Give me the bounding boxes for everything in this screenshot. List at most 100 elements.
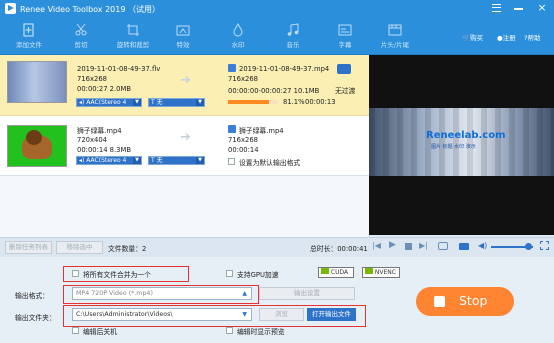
fullscreen-icon[interactable] [540, 241, 549, 250]
merge-label: 将所有文件合并为一个 [83, 271, 151, 279]
next-icon[interactable]: ▶| [419, 241, 428, 250]
file-list: 2019-11-01-08-49-37.flv 716x268 00:00:27… [0, 55, 369, 237]
remove-selected-button[interactable]: 移除选中 [56, 241, 103, 254]
chevron-down-icon: ▼ [133, 157, 141, 164]
title-bar: Renee Video Toolbox 2019 （试用） × [0, 0, 554, 18]
preview-frame: Reneelab.com 图片 标题 水印 演示 [369, 108, 554, 176]
minimize-button[interactable] [514, 8, 523, 10]
shutdown-label: 编辑后关机 [83, 328, 117, 336]
gpu-label: 支持GPU加速 [237, 271, 279, 279]
source-duration-size: 00:00:27 2.0MB [77, 85, 132, 93]
music-button[interactable]: 音乐 [269, 20, 317, 54]
total-duration: 总时长：00:00:41 [310, 245, 368, 253]
cart-icon: 🛒 [462, 34, 471, 42]
subtitle-t-icon: T [151, 157, 155, 164]
audio-track-select[interactable]: ◂) AAC(Stereo 4 ▼ [76, 98, 142, 107]
stop-label: Stop [459, 293, 488, 308]
progress-fill [228, 100, 269, 104]
remaining-time: 00:00:13 [305, 98, 336, 106]
arrow-right-icon: ➔ [180, 73, 191, 88]
watermark-button[interactable]: 水印 [214, 20, 262, 54]
volume-slider[interactable] [491, 243, 533, 250]
open-output-folder-button[interactable]: 打开输出文件 [307, 308, 356, 321]
output-settings-button[interactable]: 输出设置 [259, 287, 355, 300]
output-file-name: 狮子绿幕.mp4 [239, 127, 284, 135]
default-format-label: 设置为默认输出格式 [239, 159, 301, 167]
output-resolution: 716x268 [228, 75, 258, 83]
output-duration: 00:00:14 [228, 146, 259, 154]
gpu-checkbox[interactable] [226, 270, 233, 277]
video-preview: Reneelab.com 图片 标题 水印 演示 [369, 55, 554, 235]
subtitle-t-icon: T [151, 99, 155, 106]
preview-checkbox[interactable] [226, 327, 233, 334]
stop-square-icon [434, 296, 445, 307]
chevron-down-icon: ▼ [196, 157, 204, 164]
clear-task-list-button[interactable]: 删除任务列表 [5, 241, 52, 254]
intro-outro-button[interactable]: 片头/片尾 [371, 20, 419, 54]
browse-button[interactable]: 浏览 [259, 308, 304, 321]
cuda-badge: CUDA [318, 267, 354, 278]
add-file-icon [23, 23, 34, 37]
rotate-crop-icon [127, 24, 139, 36]
add-file-button[interactable]: 添加文件 [5, 20, 53, 54]
subtitle-button[interactable]: 字幕 [321, 20, 369, 54]
edit-icon[interactable] [228, 125, 236, 133]
source-file-name: 狮子绿幕.mp4 [77, 127, 122, 135]
output-folder-input[interactable]: C:\Users\Administrator\Videos\ ▼ [72, 308, 252, 321]
output-format-select[interactable]: MP4 720P Video (*.mp4) ▲ [72, 287, 252, 300]
prev-icon[interactable]: |◀ [372, 241, 381, 250]
arrow-right-icon: ➔ [180, 130, 191, 145]
subtitle-select[interactable]: T 无 ▼ [148, 156, 205, 165]
source-duration-size: 00:00:14 8.3MB [77, 146, 132, 154]
preview-label: 编辑时显示预览 [237, 328, 285, 336]
folder-icon[interactable] [459, 243, 469, 250]
shutdown-checkbox[interactable] [72, 327, 79, 334]
merge-checkbox[interactable] [72, 270, 79, 277]
help-link[interactable]: ?帮助 [524, 32, 540, 42]
buy-link[interactable]: 🛒购买 [462, 32, 483, 42]
camera-icon[interactable] [438, 242, 448, 250]
chevron-up-icon: ▲ [242, 290, 247, 297]
chevron-down-icon: ▼ [242, 311, 247, 318]
nvenc-badge: NVENC [362, 267, 400, 278]
default-format-checkbox[interactable] [228, 158, 235, 165]
audio-track-select[interactable]: ◂) AAC(Stereo 4 ▼ [76, 156, 142, 165]
intro-outro-icon [388, 24, 402, 36]
progress-percent: 81.1% [283, 98, 305, 106]
progress-bar [228, 100, 278, 104]
cut-button[interactable]: 剪切 [57, 20, 105, 54]
volume-icon[interactable]: ◀) [478, 241, 487, 250]
effects-icon [176, 25, 190, 36]
rotate-crop-button[interactable]: 旋转和裁剪 [109, 20, 157, 54]
source-resolution: 716x268 [77, 75, 107, 83]
transition-status: 无过渡 [335, 87, 356, 95]
file-count: 2 [141, 245, 147, 253]
control-bar: 删除任务列表 移除选中 文件数量：2 总时长：00:00:41 |◀ ▶ ▶| … [0, 237, 554, 257]
volume-handle[interactable] [525, 243, 532, 250]
speaker-icon: ◂) [79, 99, 85, 106]
stop-button[interactable]: Stop [416, 287, 514, 316]
output-time-size: 00:00:00-00:00:27 10.1MB [228, 87, 320, 95]
play-icon[interactable]: ▶ [389, 240, 396, 250]
preview-watermark-subtitle: 图片 标题 水印 演示 [431, 144, 476, 150]
edit-icon[interactable] [228, 64, 236, 72]
main-toolbar: 添加文件 剪切 旋转和裁剪 特效 水印 音乐 字幕 片头/片尾 🛒购买 ●注册 … [0, 18, 554, 55]
list-item[interactable]: 2019-11-01-08-49-37.flv 716x268 00:00:27… [0, 55, 369, 116]
chevron-down-icon: ▼ [133, 99, 141, 106]
stop-icon[interactable] [405, 243, 412, 250]
close-button[interactable]: × [536, 1, 548, 15]
output-file-name: 2019-11-01-08-49-37.mp4 [239, 65, 330, 73]
speaker-icon: ◂) [79, 157, 85, 164]
preview-watermark-title: Reneelab.com [426, 130, 506, 141]
register-link[interactable]: ●注册 [497, 32, 516, 42]
nvidia-icon [365, 268, 373, 274]
effects-button[interactable]: 特效 [159, 20, 207, 54]
list-item[interactable]: 狮子绿幕.mp4 720x404 00:00:14 8.3MB ◂) AAC(S… [0, 116, 369, 176]
menu-icon[interactable] [492, 4, 501, 12]
file-count-label: 文件数量：2 [108, 245, 147, 253]
window-title: Renee Video Toolbox 2019 （试用） [20, 5, 160, 14]
output-format-label: 输出格式： [15, 292, 49, 300]
output-resolution: 716x268 [228, 136, 258, 144]
video-settings-icon[interactable] [337, 64, 351, 74]
subtitle-select[interactable]: T 无 ▼ [148, 98, 205, 107]
